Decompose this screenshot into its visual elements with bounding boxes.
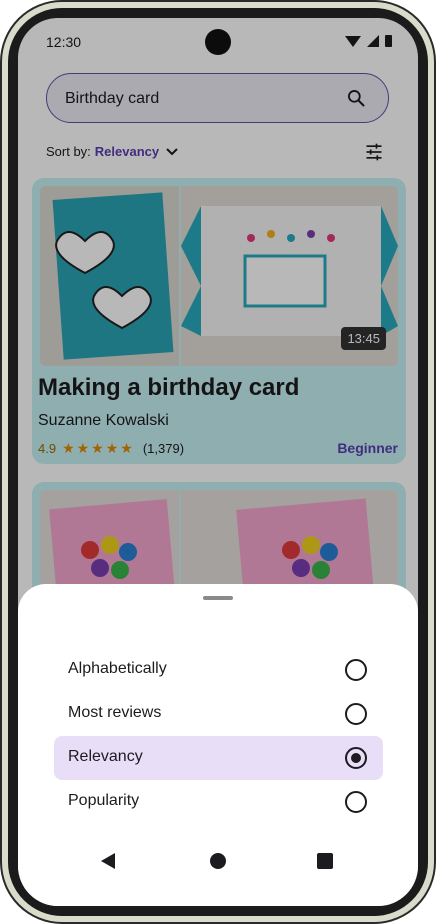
screen: 12:30 Birthday card Sort by: Relevancy 1…	[18, 18, 418, 906]
home-icon[interactable]	[210, 853, 226, 869]
radio-button[interactable]	[345, 703, 367, 725]
sort-option-label: Alphabetically	[68, 660, 167, 677]
sort-option-label: Relevancy	[68, 748, 143, 765]
radio-button[interactable]	[345, 791, 367, 813]
sort-option-most-reviews[interactable]: Most reviews	[54, 692, 383, 736]
sort-option-popularity[interactable]: Popularity	[54, 780, 383, 824]
sort-option-label: Most reviews	[68, 704, 162, 721]
radio-dot-icon	[351, 753, 361, 763]
radio-button[interactable]	[345, 659, 367, 681]
sort-option-alphabetically[interactable]: Alphabetically	[54, 648, 383, 692]
sort-option-label: Popularity	[68, 792, 140, 809]
drag-handle[interactable]	[203, 596, 233, 600]
recents-icon[interactable]	[317, 853, 333, 869]
radio-button[interactable]	[345, 747, 367, 769]
sort-option-relevancy[interactable]: Relevancy	[54, 736, 383, 780]
device-frame: 12:30 Birthday card Sort by: Relevancy 1…	[0, 0, 436, 924]
back-icon[interactable]	[101, 853, 115, 869]
system-nav-bar	[18, 846, 418, 886]
